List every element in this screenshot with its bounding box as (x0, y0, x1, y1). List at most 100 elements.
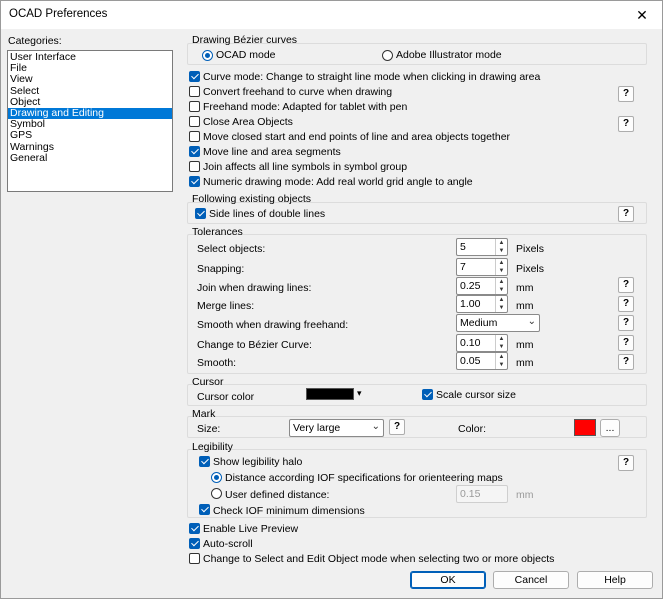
option-label: Close Area Objects (203, 116, 293, 128)
smooth-label: Smooth: (197, 357, 237, 369)
option-checkbox[interactable] (189, 116, 200, 127)
select-edit-mode-label: Change to Select and Edit Object mode wh… (203, 553, 555, 565)
spin-down-icon[interactable]: ▼ (495, 343, 507, 351)
category-item[interactable]: View (8, 74, 172, 85)
bezier-group-title: Drawing Bézier curves (192, 34, 298, 46)
ok-button[interactable]: OK (410, 571, 486, 589)
user-distance-spinner[interactable]: 0.15 (456, 485, 508, 503)
smooth-spinner[interactable]: 0.05 ▲ ▼ (456, 352, 508, 370)
option-label: Curve mode: Change to straight line mode… (203, 71, 541, 83)
category-item[interactable]: Warnings (8, 141, 172, 153)
preferences-window: OCAD Preferences ✕ Categories: User Inte… (0, 0, 663, 599)
cursor-group (187, 384, 647, 406)
show-halo-checkbox[interactable] (199, 456, 210, 467)
ocad-mode-radio[interactable] (202, 50, 213, 61)
option-checkbox[interactable] (189, 86, 200, 97)
mark-color-more-button[interactable]: ... (600, 419, 620, 437)
mark-size-dropdown[interactable]: Very large ⌄ (289, 419, 384, 437)
mark-color-swatch[interactable] (574, 419, 596, 436)
spin-down-icon[interactable]: ▼ (495, 247, 507, 255)
iof-distance-label: Distance according IOF specifications fo… (225, 472, 503, 484)
user-distance-unit: mm (516, 489, 534, 501)
category-item[interactable]: User Interface (8, 51, 172, 63)
iof-distance-radio[interactable] (211, 472, 222, 483)
category-item[interactable]: General (8, 152, 172, 164)
spin-up-icon[interactable]: ▲ (495, 278, 507, 286)
merge-spinner[interactable]: 1.00 ▲ ▼ (456, 295, 508, 313)
check-iof-label: Check IOF minimum dimensions (213, 505, 365, 517)
snapping-label: Snapping: (197, 263, 245, 275)
option-checkbox[interactable] (189, 176, 200, 187)
merge-unit: mm (516, 300, 534, 312)
join-unit: mm (516, 282, 534, 294)
help-button[interactable]: Help (577, 571, 653, 589)
help-close-area-button[interactable]: ? (618, 116, 634, 132)
spin-up-icon[interactable]: ▲ (495, 239, 507, 247)
option-checkbox[interactable] (189, 71, 200, 82)
legibility-group-title: Legibility (192, 441, 233, 453)
option-checkbox[interactable] (189, 101, 200, 112)
following-group-title: Following existing objects (192, 193, 312, 205)
live-preview-checkbox[interactable] (189, 523, 200, 534)
chevron-down-icon: ⌄ (371, 421, 380, 432)
smooth-freehand-dropdown[interactable]: Medium ⌄ (456, 314, 540, 332)
illustrator-mode-label: Adobe Illustrator mode (396, 49, 502, 61)
help-bezier-curve-button[interactable]: ? (618, 335, 634, 351)
user-distance-label: User defined distance: (225, 489, 330, 501)
option-label: Convert freehand to curve when drawing (203, 86, 393, 98)
select-objects-unit: Pixels (516, 243, 545, 255)
scale-cursor-checkbox[interactable] (422, 389, 433, 400)
bezier-curve-spinner[interactable]: 0.10 ▲ ▼ (456, 334, 508, 352)
help-smooth-freehand-button[interactable]: ? (618, 315, 634, 331)
mark-color-label: Color: (458, 423, 487, 435)
help-convert-freehand-button[interactable]: ? (618, 86, 634, 102)
category-item[interactable]: Symbol (8, 118, 172, 130)
check-iof-checkbox[interactable] (199, 504, 210, 515)
option-checkbox[interactable] (189, 146, 200, 157)
close-icon[interactable]: ✕ (622, 1, 662, 29)
snapping-unit: Pixels (516, 263, 545, 275)
user-distance-radio[interactable] (211, 488, 222, 499)
cancel-button[interactable]: Cancel (493, 571, 569, 589)
tolerances-group-title: Tolerances (192, 226, 243, 238)
option-checkbox[interactable] (189, 161, 200, 172)
option-label: Numeric drawing mode: Add real world gri… (203, 176, 473, 188)
categories-label: Categories: (8, 35, 62, 47)
join-spinner[interactable]: 0.25 ▲ ▼ (456, 277, 508, 295)
auto-scroll-checkbox[interactable] (189, 538, 200, 549)
help-mark-size-button[interactable]: ? (389, 419, 405, 435)
help-legibility-button[interactable]: ? (618, 455, 634, 471)
cursor-color-label: Cursor color (197, 391, 255, 403)
help-side-lines-button[interactable]: ? (618, 206, 634, 222)
spin-up-icon[interactable]: ▲ (495, 335, 507, 343)
show-halo-label: Show legibility halo (213, 456, 303, 468)
spin-down-icon[interactable]: ▼ (495, 267, 507, 275)
spin-down-icon[interactable]: ▼ (495, 304, 507, 312)
help-smooth-button[interactable]: ? (618, 354, 634, 370)
categories-list[interactable]: User Interface File View Select Object Drawin… (7, 50, 173, 192)
side-lines-label: Side lines of double lines (209, 208, 326, 220)
mark-group-title: Mark (192, 408, 216, 420)
spin-up-icon[interactable]: ▲ (495, 296, 507, 304)
spin-up-icon[interactable]: ▲ (495, 353, 507, 361)
scale-cursor-label: Scale cursor size (436, 389, 516, 401)
help-merge-button[interactable]: ? (618, 296, 634, 312)
merge-label: Merge lines: (197, 300, 255, 312)
cursor-group-title: Cursor (192, 376, 224, 388)
side-lines-checkbox[interactable] (195, 208, 206, 219)
spin-down-icon[interactable]: ▼ (495, 361, 507, 369)
spin-down-icon[interactable]: ▼ (495, 286, 507, 294)
illustrator-mode-radio[interactable] (382, 50, 393, 61)
option-label: Move line and area segments (203, 146, 341, 158)
select-edit-mode-checkbox[interactable] (189, 553, 200, 564)
option-label: Join affects all line symbols in symbol … (203, 161, 408, 173)
cursor-color-swatch[interactable] (306, 388, 354, 400)
help-join-button[interactable]: ? (618, 277, 634, 293)
category-item[interactable]: GPS (8, 130, 172, 141)
select-objects-spinner[interactable]: 5 ▲ ▼ (456, 238, 508, 256)
option-checkbox[interactable] (189, 131, 200, 142)
color-dropdown-icon[interactable]: ▾ (357, 388, 362, 399)
snapping-spinner[interactable]: 7 ▲ ▼ (456, 258, 508, 276)
spin-up-icon[interactable]: ▲ (495, 259, 507, 267)
ocad-mode-label: OCAD mode (216, 49, 276, 61)
